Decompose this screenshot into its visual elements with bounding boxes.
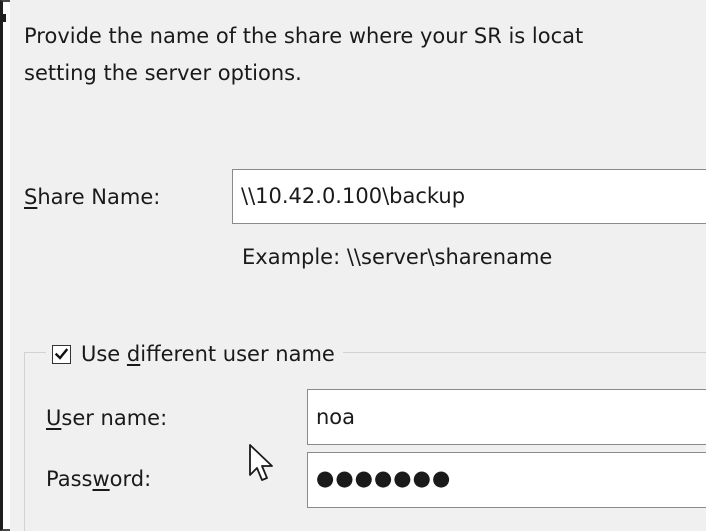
use-different-user-name-checkbox[interactable] [52, 344, 71, 364]
password-label-prefix: Pass [46, 467, 93, 491]
share-name-label: Share Name: [24, 183, 160, 211]
password-input[interactable]: ●●●●●●● [307, 452, 706, 508]
password-label-accelerator: w [92, 467, 110, 491]
share-name-input[interactable]: \\10.42.0.100\backup [232, 169, 706, 224]
share-name-label-text: hare Name: [37, 185, 161, 209]
user-name-input[interactable]: noa [307, 389, 706, 445]
checkbox-label-rest: ifferent user name [140, 342, 335, 366]
password-label: Password: [46, 465, 151, 493]
checkmark-icon [54, 347, 69, 360]
description-line-1: Provide the name of the share where your… [24, 24, 584, 48]
dialog-panel: Provide the name of the share where your… [10, 0, 706, 531]
user-name-label-text: ser name: [61, 406, 168, 430]
use-different-user-name-label: Use different user name [81, 340, 335, 368]
user-name-label: User name: [46, 404, 167, 432]
password-label-rest: ord: [109, 467, 152, 491]
checkbox-label-prefix: Use [81, 342, 127, 366]
description-line-2: setting the server options. [24, 61, 302, 85]
share-name-example: Example: \\server\sharename [242, 245, 553, 269]
share-name-label-accelerator: S [24, 185, 38, 209]
mouse-pointer-icon [249, 444, 273, 481]
use-different-user-name-toggle[interactable]: Use different user name [46, 340, 343, 368]
window-border-notch [0, 14, 6, 22]
user-name-label-accelerator: U [46, 406, 62, 430]
checkbox-label-accelerator: d [126, 342, 141, 366]
